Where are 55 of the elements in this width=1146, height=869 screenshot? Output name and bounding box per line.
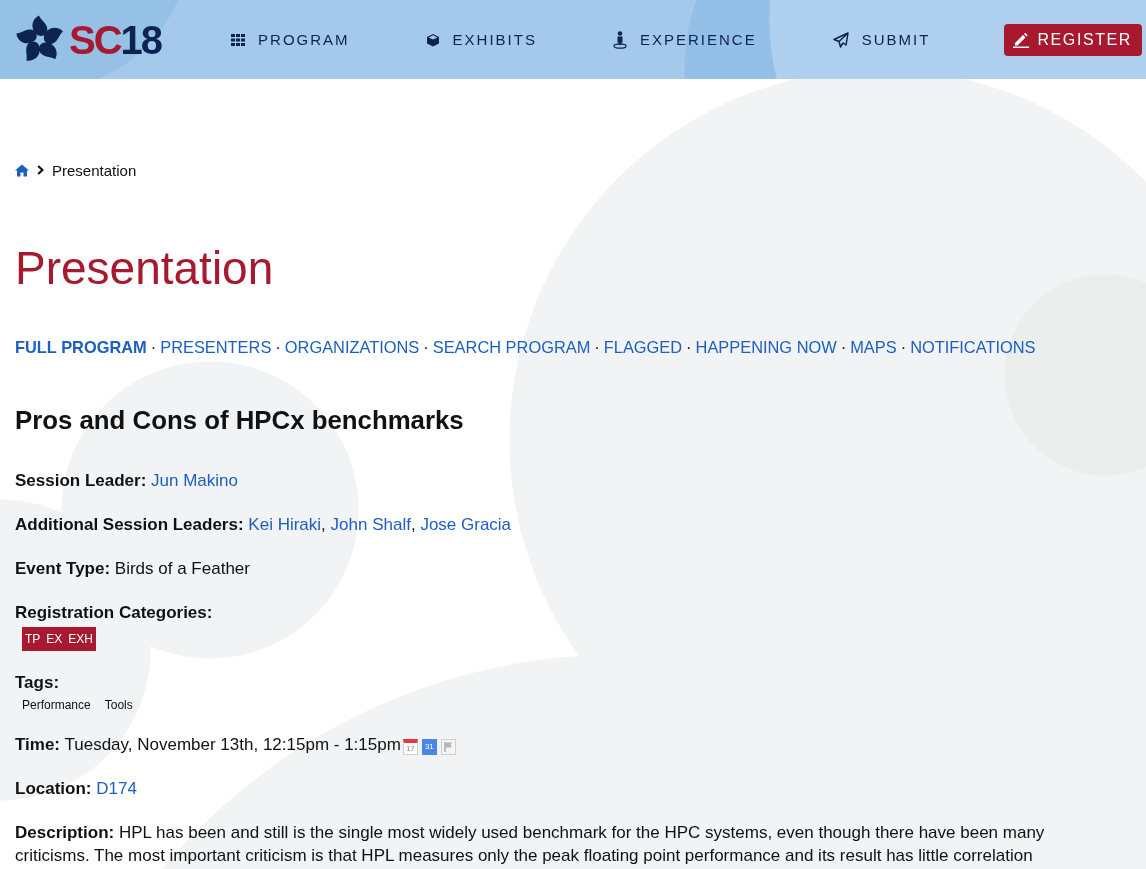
nav-link[interactable]: SUBMIT — [832, 31, 931, 48]
category-badge: EXH — [65, 627, 97, 651]
grid-icon — [231, 33, 246, 46]
section-link[interactable]: NOTIFICATIONS — [910, 338, 1036, 356]
person-icon — [612, 30, 627, 49]
category-badge: TP — [22, 627, 44, 651]
field-label: Session Leader: — [15, 471, 147, 490]
detail-link[interactable]: D174 — [96, 779, 137, 798]
field-value: Tuesday, November 13th, 12:15pm - 1:15pm — [64, 735, 401, 754]
field-label: Time: — [15, 735, 61, 754]
detail-link[interactable]: Jun Makino — [151, 471, 238, 490]
field-value: Birds of a Feather — [114, 559, 250, 578]
section-link[interactable]: PRESENTERS — [160, 338, 272, 356]
detail-link[interactable]: Kei Hiraki — [248, 515, 322, 534]
session-title: Pros and Cons of HPCx benchmarks — [15, 405, 464, 436]
page-title: Presentation — [15, 241, 274, 296]
field-label: Additional Session Leaders: — [15, 515, 244, 534]
chevron-icon — [37, 165, 44, 175]
calendar-icon[interactable]: 31 — [421, 739, 437, 755]
logo-text[interactable]: SC18 — [69, 19, 162, 60]
description-paragraph: Description: HPL has been and still is the single most widely used benchmark for the HPC systems, even though there have been many criticisms. The most important criticism is that HPL measures only the peak floating point performance and its result has little correlation — [15, 822, 1046, 867]
link-separator: · — [686, 338, 692, 356]
section-link[interactable]: ORGANIZATIONS — [284, 338, 420, 356]
link-separator: , — [410, 515, 416, 534]
nav-link[interactable]: EXHIBITS — [425, 31, 537, 48]
detail-link[interactable]: Jose Gracia — [420, 515, 512, 534]
paper-plane-icon — [832, 31, 849, 48]
tag-label: Tools — [104, 697, 133, 713]
cube-icon — [425, 32, 440, 47]
section-link[interactable]: MAPS — [850, 338, 897, 356]
field-label: Event Type: — [15, 559, 111, 578]
calendar-icon[interactable]: 17 — [402, 739, 418, 755]
field-label: Tags: — [15, 673, 60, 692]
field-label: Location: — [15, 779, 92, 798]
link-separator: · — [900, 338, 907, 356]
nav-link[interactable]: PROGRAM — [231, 31, 350, 48]
category-badge: EX — [43, 627, 66, 651]
link-separator: · — [150, 338, 157, 356]
detail-link[interactable]: John Shalf — [330, 515, 411, 534]
link-separator: · — [594, 338, 600, 356]
link-separator: · — [275, 338, 281, 356]
home-icon[interactable] — [15, 163, 29, 177]
field-label: Registration Categories: — [15, 603, 213, 622]
section-link[interactable]: SEARCH PROGRAM — [432, 338, 591, 356]
link-separator: , — [321, 515, 326, 534]
tag-label: Performance — [22, 697, 91, 713]
section-link[interactable]: FULL PROGRAM — [15, 338, 147, 356]
breadcrumb-current: Presentation — [52, 161, 137, 179]
nav-link[interactable]: EXPERIENCE — [612, 30, 757, 49]
section-link[interactable]: HAPPENING NOW — [695, 338, 837, 356]
link-separator: · — [423, 338, 429, 356]
link-separator: · — [840, 338, 847, 356]
section-link[interactable]: FLAGGED — [603, 338, 683, 356]
pencil-icon — [1013, 31, 1030, 48]
register-button[interactable]: REGISTER — [1004, 23, 1142, 56]
